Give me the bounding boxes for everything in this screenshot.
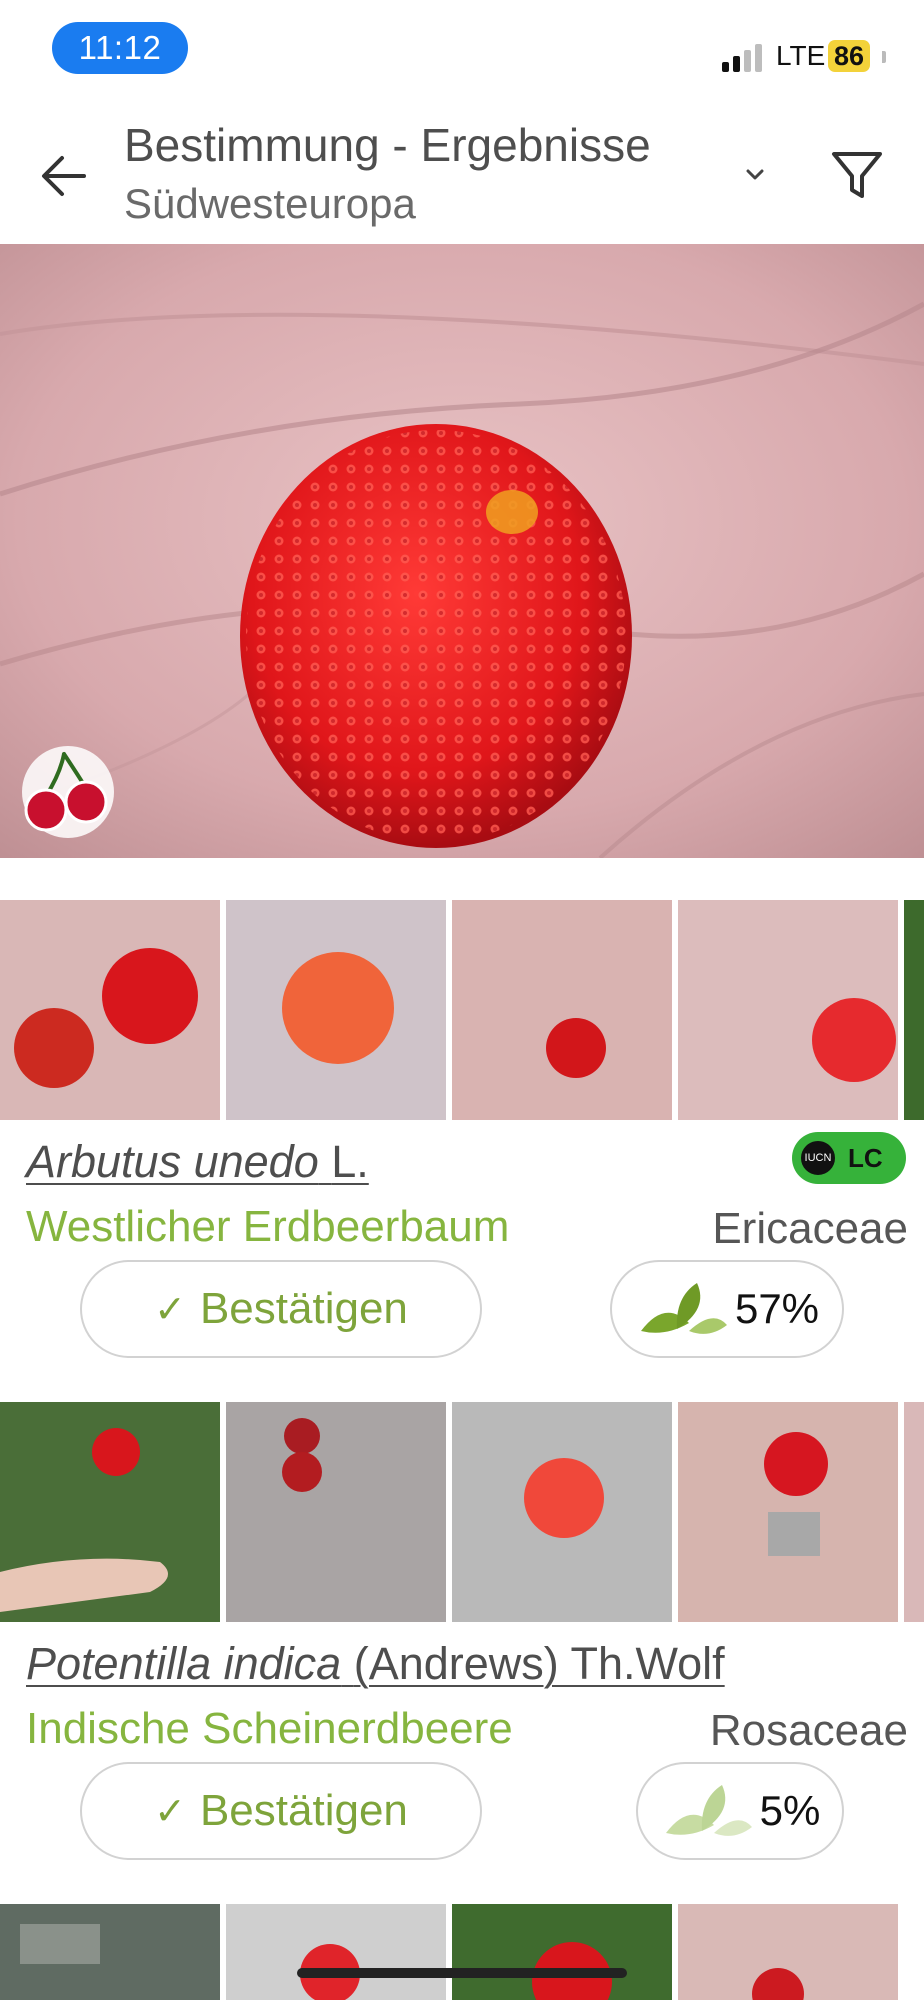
confirm-button[interactable]: ✓ Bestätigen	[80, 1260, 482, 1358]
hero-photo[interactable]	[0, 244, 924, 858]
signal-icon	[722, 44, 762, 72]
thumbnail-strip-2[interactable]	[0, 1402, 924, 1622]
thumbnail[interactable]	[0, 1904, 220, 2000]
thumbnail[interactable]	[678, 1904, 898, 2000]
confidence-score[interactable]: 5%	[636, 1762, 844, 1860]
leaf-score-icon	[665, 1785, 752, 1836]
battery-nub	[882, 51, 886, 63]
check-icon: ✓	[154, 1790, 186, 1833]
thumbnail[interactable]	[452, 900, 672, 1120]
thumbnail[interactable]	[0, 900, 220, 1120]
iucn-icon: IUCN	[798, 1138, 838, 1178]
back-button[interactable]	[36, 144, 92, 208]
confirm-button[interactable]: ✓ Bestätigen	[80, 1762, 482, 1860]
network-label: LTE	[776, 40, 826, 71]
back-arrow-icon	[42, 156, 86, 196]
region-subtitle[interactable]: Südwesteuropa	[124, 180, 416, 228]
family-name: Ericaceae	[712, 1204, 908, 1253]
thumbnail[interactable]	[226, 900, 446, 1120]
thumbnail[interactable]	[904, 1402, 924, 1622]
thumbnail[interactable]	[452, 1402, 672, 1622]
family-name: Rosaceae	[709, 1706, 908, 1755]
iucn-badge[interactable]: IUCN LC	[792, 1132, 906, 1184]
thumbnail-strip-3[interactable]	[0, 1904, 924, 2000]
scientific-name[interactable]: Potentilla indica (Andrews) Th.Wolf	[26, 1638, 725, 1690]
confidence-score[interactable]: 57%	[610, 1260, 844, 1358]
thumbnail[interactable]	[904, 900, 924, 1120]
common-name: Indische Scheinerdbeere	[26, 1704, 513, 1753]
status-time: 11:12	[52, 22, 188, 74]
iucn-status: LC	[848, 1142, 883, 1173]
thumbnail[interactable]	[678, 1402, 898, 1622]
home-indicator[interactable]	[297, 1968, 627, 1978]
hand-with-berry-photo	[0, 244, 924, 858]
thumbnail[interactable]	[226, 1904, 446, 2000]
scientific-name[interactable]: Arbutus unedo L.	[26, 1136, 369, 1188]
thumbnail[interactable]	[226, 1402, 446, 1622]
check-icon: ✓	[154, 1288, 186, 1331]
battery-indicator: 86	[828, 40, 871, 72]
thumbnail[interactable]	[0, 1402, 220, 1622]
thumbnail[interactable]	[678, 900, 898, 1120]
thumbnail[interactable]	[452, 1904, 672, 2000]
thumbnail-strip-1[interactable]	[0, 900, 924, 1120]
page-title: Bestimmung - Ergebnisse	[124, 119, 651, 171]
common-name: Westlicher Erdbeerbaum	[26, 1202, 510, 1251]
chevron-down-icon[interactable]	[738, 158, 772, 192]
cherry-icon	[22, 746, 114, 838]
leaf-score-icon	[640, 1283, 727, 1334]
filter-icon[interactable]	[828, 144, 886, 208]
